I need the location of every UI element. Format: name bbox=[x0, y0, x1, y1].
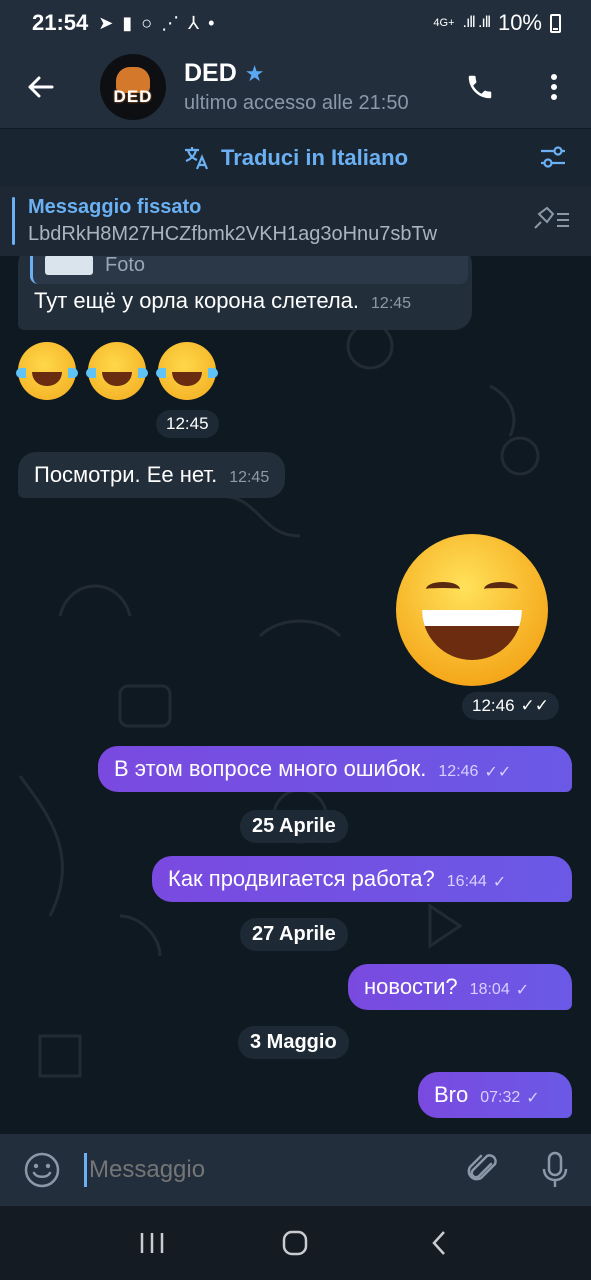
person-icon: ⅄ bbox=[188, 12, 200, 33]
chat-title: DED bbox=[184, 59, 237, 87]
chevron-left-icon bbox=[432, 1231, 446, 1255]
date-separator: 3 Maggio bbox=[238, 1026, 349, 1059]
chat-title-block[interactable]: DED ★ ultimo accesso alle 21:50 bbox=[184, 59, 443, 115]
message-bubble-outgoing[interactable]: новости? 18:04 ✓ bbox=[348, 964, 572, 1010]
text-cursor bbox=[84, 1153, 87, 1187]
more-options-button[interactable] bbox=[517, 46, 591, 128]
call-button[interactable] bbox=[443, 46, 517, 128]
battery-percent: 10% bbox=[497, 10, 542, 35]
last-seen-status: ultimo accesso alle 21:50 bbox=[184, 92, 409, 114]
message-list[interactable]: Foto Тут ещё у орла корона слетела. 12:45… bbox=[0, 256, 591, 1134]
reply-quote[interactable]: Foto bbox=[30, 256, 468, 284]
message-time: 12:45 bbox=[371, 295, 412, 312]
paperclip-icon bbox=[467, 1154, 497, 1181]
laughing-emoji-icon bbox=[156, 342, 218, 400]
phone-icon bbox=[468, 75, 492, 99]
message-bubble-incoming[interactable]: Посмотри. Ее нет. 12:45 bbox=[18, 452, 286, 498]
alert-icon: ▮ bbox=[122, 12, 133, 33]
avatar[interactable]: DED bbox=[100, 54, 166, 120]
network-type: 4G+ bbox=[433, 17, 455, 29]
translate-button[interactable]: Traduci in Italiano bbox=[183, 145, 408, 171]
translate-settings-button[interactable] bbox=[539, 144, 567, 175]
sticker-time: 12:46 ✓✓ bbox=[462, 692, 560, 720]
home-icon bbox=[283, 1230, 308, 1256]
message-bubble-outgoing[interactable]: Bro 07:32 ✓ bbox=[418, 1072, 572, 1118]
pinned-indicator bbox=[12, 197, 15, 245]
grinning-sticker-icon[interactable] bbox=[396, 534, 548, 686]
recents-icon bbox=[140, 1233, 164, 1253]
quote-label: Foto bbox=[105, 256, 146, 276]
status-bar: 21:54 ➤ ▮ ○ ⋰ ⅄ • 4G+ .ıll .ıll 10% bbox=[0, 0, 591, 46]
photo-thumbnail bbox=[45, 256, 93, 275]
dot-icon: • bbox=[208, 12, 215, 33]
smiley-icon bbox=[24, 1152, 60, 1188]
message-text: В этом вопросе много ошибок. bbox=[114, 756, 427, 781]
star-icon: ★ bbox=[244, 60, 265, 86]
pin-list-icon bbox=[534, 206, 569, 229]
check-icon: ✓ bbox=[492, 874, 507, 891]
wifi-off-icon: ⋰ bbox=[161, 12, 180, 33]
check-icon: ✓ bbox=[515, 982, 530, 999]
message-time: 12:46 ✓✓ bbox=[438, 763, 512, 781]
battery-icon bbox=[550, 13, 561, 33]
message-input[interactable] bbox=[89, 1140, 447, 1200]
status-time: 21:54 bbox=[32, 10, 89, 35]
attach-button[interactable] bbox=[447, 1152, 519, 1188]
double-check-icon: ✓✓ bbox=[484, 764, 512, 781]
signal-icon: .ıll .ıll bbox=[462, 14, 491, 31]
laughing-emoji-icon bbox=[16, 342, 78, 400]
dots-vertical-icon bbox=[551, 74, 557, 100]
message-text: новости? bbox=[364, 974, 458, 999]
laughing-emoji-icon bbox=[86, 342, 148, 400]
home-button[interactable] bbox=[265, 1213, 325, 1273]
notification-icons: ➤ ▮ ○ ⋰ ⅄ • bbox=[98, 13, 214, 34]
translate-bar: Traduci in Italiano bbox=[0, 128, 591, 186]
message-text: Посмотри. Ее нет. bbox=[34, 462, 218, 487]
back-button[interactable] bbox=[0, 46, 80, 128]
status-right: 4G+ .ıll .ıll 10% bbox=[433, 10, 561, 36]
voice-message-button[interactable] bbox=[519, 1151, 591, 1189]
message-time: 12:45 bbox=[229, 469, 270, 486]
message-time: 18:04 ✓ bbox=[469, 981, 530, 999]
pinned-title: Messaggio fissato bbox=[28, 196, 202, 218]
message-bubble-outgoing[interactable]: Как продвигается работа? 16:44 ✓ bbox=[152, 856, 572, 902]
check-icon: ✓ bbox=[526, 1090, 540, 1107]
avatar-logo-text: DED bbox=[113, 87, 153, 106]
opera-icon: ○ bbox=[141, 12, 153, 33]
telegram-icon: ➤ bbox=[98, 12, 114, 33]
translate-label: Traduci in Italiano bbox=[220, 144, 409, 170]
message-time: 16:44 ✓ bbox=[446, 873, 507, 891]
sliders-icon bbox=[541, 146, 565, 168]
telegram-chat-screen: 21:54 ➤ ▮ ○ ⋰ ⅄ • 4G+ .ıll .ıll 10% DED bbox=[0, 0, 591, 1280]
double-check-icon: ✓✓ bbox=[520, 696, 550, 715]
emoji-button[interactable] bbox=[0, 1152, 84, 1188]
message-bubble-incoming[interactable]: Foto Тут ещё у орла корона слетела. 12:45 bbox=[18, 256, 472, 330]
translate-icon bbox=[184, 146, 208, 169]
message-text: Bro bbox=[434, 1082, 469, 1107]
message-text: Как продвигается работа? bbox=[168, 866, 435, 891]
pinned-message-bar[interactable]: Messaggio fissato LbdRkH8M27HCZfbmk2VKH1… bbox=[0, 186, 591, 256]
message-composer bbox=[0, 1134, 591, 1206]
date-separator: 25 Aprile bbox=[240, 810, 348, 843]
emoji-message-time: 12:45 bbox=[156, 410, 219, 438]
arrow-left-icon bbox=[28, 76, 54, 98]
pinned-text: LbdRkH8M27HCZfbmk2VKH1ag3oHnu7sbTw bbox=[28, 223, 438, 245]
system-navigation-bar bbox=[0, 1206, 591, 1280]
message-bubble-outgoing[interactable]: В этом вопросе много ошибок. 12:46 ✓✓ bbox=[98, 746, 572, 792]
date-separator: 27 Aprile bbox=[240, 918, 348, 951]
recent-apps-button[interactable] bbox=[122, 1213, 182, 1273]
message-time: 07:32 ✓ bbox=[480, 1089, 540, 1107]
nav-back-button[interactable] bbox=[409, 1213, 469, 1273]
pinned-list-button[interactable] bbox=[531, 206, 571, 239]
microphone-icon bbox=[542, 1151, 568, 1187]
message-text: Тут ещё у орла корона слетела. bbox=[34, 288, 360, 313]
chat-header: DED DED ★ ultimo accesso alle 21:50 bbox=[0, 46, 591, 128]
